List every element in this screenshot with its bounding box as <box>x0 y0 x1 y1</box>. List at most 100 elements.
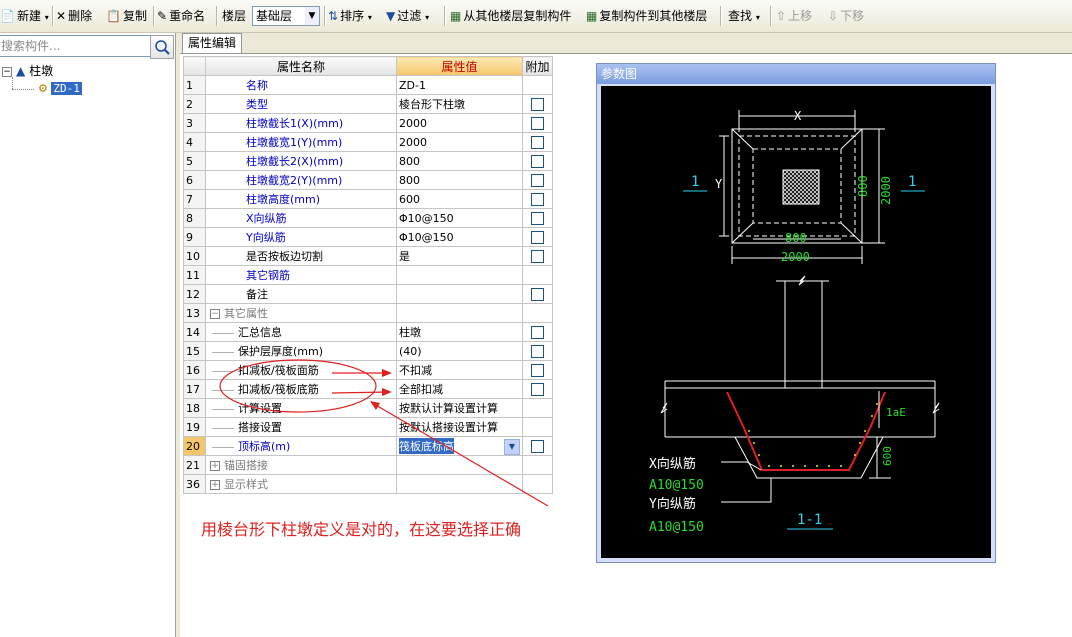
property-value[interactable] <box>396 284 523 304</box>
collapse-icon[interactable]: − <box>210 309 220 319</box>
move-up-button[interactable]: ⇧ 上移 <box>776 7 812 25</box>
table-row[interactable]: 5 柱墩截长2(X)(mm) 800 <box>183 151 553 171</box>
property-name-text: 是否按板边切割 <box>246 250 323 263</box>
property-value[interactable]: 按默认搭接设置计算 <box>396 417 523 437</box>
component-icon: ⚙ <box>38 82 48 95</box>
sort-button[interactable]: ⇅ 排序 ▾ <box>328 7 372 25</box>
tree-item-zd1[interactable]: ⚙ ZD-1 <box>38 81 82 97</box>
search-button[interactable] <box>150 35 174 59</box>
search-icon <box>155 40 170 55</box>
property-value[interactable]: 2000 <box>396 113 523 133</box>
property-value[interactable]: Φ10@150 <box>396 208 523 228</box>
extra-checkbox[interactable] <box>531 363 544 377</box>
property-value[interactable]: 筏板底标高 ▼ <box>396 436 523 456</box>
table-row[interactable]: 3 柱墩截长1(X)(mm) 2000 <box>183 113 553 133</box>
table-row[interactable]: 12 备注 <box>183 284 553 304</box>
extra-checkbox[interactable] <box>531 325 544 339</box>
move-down-button[interactable]: ⇩ 下移 <box>828 7 864 25</box>
copy-button[interactable]: 📋 复制 <box>106 7 147 25</box>
delete-button[interactable]: ✕ 删除 <box>56 7 92 25</box>
copy-from-floor-button[interactable]: ▦ 从其他楼层复制构件 <box>450 7 571 25</box>
property-value[interactable]: 棱台形下柱墩 <box>396 94 523 114</box>
table-row[interactable]: 10 是否按板边切割 是 <box>183 246 553 266</box>
table-row[interactable]: 13− 其它属性 <box>183 303 553 323</box>
property-value[interactable]: (40) <box>396 341 523 361</box>
expand-icon[interactable]: + <box>210 480 220 490</box>
table-row[interactable]: 9 Y向纵筋 Φ10@150 <box>183 227 553 247</box>
property-value[interactable]: 800 <box>396 170 523 190</box>
table-row[interactable]: 17 扣减板/筏板底筋 全部扣减 <box>183 379 553 399</box>
property-value[interactable]: 600 <box>396 189 523 209</box>
new-button[interactable]: 📄 新建 ▾ <box>0 7 49 25</box>
extra-checkbox[interactable] <box>531 192 544 206</box>
row-number: 8 <box>183 208 206 228</box>
floor-select[interactable]: 基础层 ▼ <box>252 6 320 26</box>
section-title: 1-1 <box>797 512 822 528</box>
extra-checkbox[interactable] <box>531 116 544 130</box>
table-row[interactable]: 19 搭接设置 按默认搭接设置计算 <box>183 417 553 437</box>
extra-checkbox[interactable] <box>531 135 544 149</box>
table-row[interactable]: 16 扣减板/筏板面筋 不扣减 <box>183 360 553 380</box>
property-value-text: 800 <box>399 173 420 187</box>
extra-cell <box>522 341 553 361</box>
table-row[interactable]: 11 其它钢筋 <box>183 265 553 285</box>
table-row[interactable]: 20 顶标高(m) 筏板底标高 ▼ <box>183 436 553 456</box>
chevron-down-icon[interactable]: ▼ <box>504 439 520 455</box>
table-row[interactable]: 15 保护层厚度(mm) (40) <box>183 341 553 361</box>
table-row[interactable]: 7 柱墩高度(mm) 600 <box>183 189 553 209</box>
table-row[interactable]: 1 名称 ZD-1 <box>183 75 553 95</box>
property-value[interactable]: 2000 <box>396 132 523 152</box>
extra-checkbox[interactable] <box>531 230 544 244</box>
tab-property-edit[interactable]: 属性编辑 <box>182 33 243 53</box>
table-row[interactable]: 8 X向纵筋 Φ10@150 <box>183 208 553 228</box>
extra-checkbox[interactable] <box>531 173 544 187</box>
property-value[interactable]: 按默认计算设置计算 <box>396 398 523 418</box>
property-name: 类型 <box>205 94 397 114</box>
extra-checkbox[interactable] <box>531 344 544 358</box>
row-number: 5 <box>183 151 206 171</box>
expand-icon[interactable]: + <box>210 461 220 471</box>
label-y-bar-spec: A10@150 <box>649 520 704 535</box>
property-value[interactable]: ZD-1 <box>396 75 523 95</box>
extra-checkbox[interactable] <box>531 211 544 225</box>
component-panel: 搜索构件... − ▲ 柱墩 ⚙ ZD-1 <box>0 33 176 637</box>
table-row[interactable]: 4 柱墩截宽1(Y)(mm) 2000 <box>183 132 553 152</box>
collapse-icon[interactable]: − <box>2 66 12 77</box>
extra-checkbox[interactable] <box>531 154 544 168</box>
property-value[interactable] <box>396 303 523 323</box>
copy-to-floor-button[interactable]: ▦ 复制构件到其他楼层 <box>586 7 707 25</box>
splitter[interactable] <box>176 33 180 637</box>
filter-button[interactable]: ▼ 过滤 ▾ <box>386 7 429 25</box>
property-value[interactable] <box>396 265 523 285</box>
table-row[interactable]: 36 + 显示样式 <box>183 474 553 494</box>
extra-checkbox[interactable] <box>531 249 544 263</box>
table-row[interactable]: 18 计算设置 按默认计算设置计算 <box>183 398 553 418</box>
property-value-text: 按默认计算设置计算 <box>399 402 498 415</box>
property-value[interactable]: 全部扣减 <box>396 379 523 399</box>
table-row[interactable]: 2 类型 棱台形下柱墩 <box>183 94 553 114</box>
table-row[interactable]: 14 汇总信息 柱墩 <box>183 322 553 342</box>
table-row[interactable]: 21 + 锚固搭接 <box>183 455 553 475</box>
row-number: 2 <box>183 94 206 114</box>
find-button[interactable]: 查找 ▾ <box>728 7 760 25</box>
property-value[interactable]: 柱墩 <box>396 322 523 342</box>
property-value[interactable] <box>396 455 523 475</box>
extra-checkbox[interactable] <box>531 439 544 453</box>
property-value[interactable]: 不扣减 <box>396 360 523 380</box>
property-value[interactable]: 800 <box>396 151 523 171</box>
extra-checkbox[interactable] <box>531 97 544 111</box>
property-value[interactable] <box>396 474 523 494</box>
search-input[interactable]: 搜索构件... <box>0 35 154 57</box>
row-number: 17 <box>183 379 206 399</box>
tree-item-root[interactable]: − ▲ 柱墩 <box>2 63 53 79</box>
property-value[interactable]: 是 <box>396 246 523 266</box>
property-value[interactable]: Φ10@150 <box>396 227 523 247</box>
extra-checkbox[interactable] <box>531 287 544 301</box>
extra-checkbox[interactable] <box>531 382 544 396</box>
pier-icon: ▲ <box>16 64 26 78</box>
property-name: + 锚固搭接 <box>205 455 397 475</box>
table-row[interactable]: 6 柱墩截宽2(Y)(mm) 800 <box>183 170 553 190</box>
rename-button[interactable]: ✎ 重命名 <box>157 7 205 25</box>
new-icon: 📄 <box>0 9 15 23</box>
extra-cell <box>522 398 553 418</box>
